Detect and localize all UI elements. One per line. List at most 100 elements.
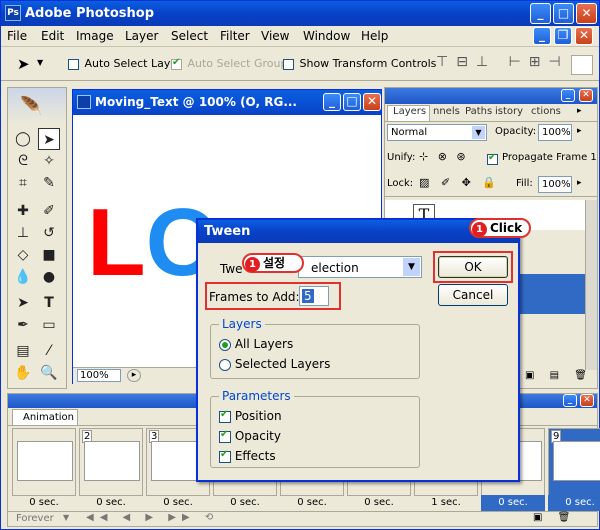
cancel-button[interactable]: Cancel bbox=[438, 284, 508, 306]
step-badge-click: 1 bbox=[472, 222, 487, 237]
layer-action-icons[interactable]: ▣ ▤ 🗑 bbox=[525, 370, 593, 381]
eyedropper-icon[interactable]: ⁄ bbox=[38, 340, 60, 362]
frame-delay[interactable]: 0 sec. bbox=[548, 495, 600, 511]
history-brush-icon[interactable]: ↺ bbox=[38, 222, 60, 244]
loop-select[interactable]: Forever bbox=[16, 513, 54, 524]
fill-arrow-icon[interactable]: ▸ bbox=[577, 178, 582, 188]
path-selection-icon[interactable]: ➤ bbox=[12, 292, 34, 314]
tab-actions[interactable]: ctions bbox=[531, 106, 561, 117]
anim-palette-close[interactable]: ✕ bbox=[580, 394, 594, 407]
tab-animation[interactable]: Animation bbox=[12, 409, 78, 425]
effects-checkbox[interactable] bbox=[219, 449, 231, 463]
healing-brush-icon[interactable]: ✚ bbox=[12, 200, 34, 222]
blend-mode-select[interactable]: Normal ▼ bbox=[387, 124, 487, 141]
frame-delay[interactable]: 0 sec. bbox=[280, 495, 344, 511]
document-title-bar: Moving_Text @ 100% (O, RG... _ □ ✕ bbox=[73, 90, 381, 115]
frame-delay[interactable]: 0 sec. bbox=[146, 495, 210, 511]
menu-edit[interactable]: Edit bbox=[41, 29, 64, 43]
doc-window-maximize[interactable]: □ bbox=[343, 93, 361, 111]
auto-select-groups-checkbox[interactable] bbox=[171, 57, 182, 70]
lasso-tool-icon[interactable]: ᘓ bbox=[12, 150, 34, 172]
notes-tool-icon[interactable]: ▤ bbox=[12, 340, 34, 362]
selected-layers-radio[interactable] bbox=[219, 358, 231, 371]
eraser-tool-icon[interactable]: ◇ bbox=[12, 244, 34, 266]
frame-delay[interactable]: 0 sec. bbox=[347, 495, 411, 511]
tween-with-label: Twe bbox=[220, 262, 243, 276]
opacity-arrow-icon[interactable]: ▸ bbox=[577, 126, 582, 136]
menu-image[interactable]: Image bbox=[76, 29, 114, 43]
palette-minimize[interactable]: _ bbox=[561, 89, 575, 102]
chevron-down-icon[interactable]: ▼ bbox=[37, 58, 43, 67]
pen-tool-icon[interactable]: ✒ bbox=[12, 314, 34, 336]
all-layers-radio[interactable] bbox=[219, 338, 231, 351]
blur-tool-icon[interactable]: 💧 bbox=[12, 266, 34, 288]
palette-menu-icon[interactable]: ▸ bbox=[577, 106, 582, 116]
stamp-tool-icon[interactable]: ⊥ bbox=[12, 222, 34, 244]
animation-frame[interactable]: 9 bbox=[548, 428, 600, 496]
tab-history[interactable]: istory bbox=[495, 106, 523, 117]
minimize-button[interactable]: _ bbox=[530, 3, 551, 24]
frame-action-icons[interactable]: ▣ 🗑 bbox=[533, 512, 576, 523]
move-tool-icon[interactable]: ➤ bbox=[17, 55, 30, 73]
anim-palette-minimize[interactable]: _ bbox=[563, 394, 577, 407]
gradient-tool-icon[interactable]: ■ bbox=[38, 244, 60, 266]
lock-icons[interactable]: ▨ ✐ ✥ 🔒 bbox=[419, 176, 500, 189]
animation-frame[interactable] bbox=[12, 428, 76, 496]
tab-layers[interactable]: Layers bbox=[393, 106, 426, 117]
auto-select-layer-label: Auto Select Layer bbox=[84, 57, 182, 70]
menu-filter[interactable]: Filter bbox=[220, 29, 250, 43]
menu-window[interactable]: Window bbox=[303, 29, 350, 43]
fill-field[interactable]: 100% bbox=[538, 176, 572, 193]
chevron-down-icon[interactable]: ▼ bbox=[63, 513, 69, 522]
close-button[interactable]: ✕ bbox=[576, 3, 597, 24]
tab-channels[interactable]: nnels bbox=[433, 106, 460, 117]
propagate-checkbox[interactable] bbox=[487, 152, 498, 165]
zoom-field[interactable]: 100% bbox=[77, 369, 121, 382]
doc-window-close[interactable]: ✕ bbox=[363, 93, 381, 111]
tab-paths[interactable]: Paths bbox=[465, 106, 492, 117]
brush-tool-icon[interactable]: ✐ bbox=[38, 200, 60, 222]
menu-file[interactable]: File bbox=[7, 29, 27, 43]
palette-close[interactable]: ✕ bbox=[579, 89, 593, 102]
opacity-checkbox[interactable] bbox=[219, 429, 231, 443]
menu-view[interactable]: View bbox=[261, 29, 289, 43]
position-checkbox[interactable] bbox=[219, 409, 231, 423]
menu-select[interactable]: Select bbox=[171, 29, 208, 43]
animation-controls: Forever ▼ ◀◀ ◀ ▶ ▶▶ ⟲ ▣ 🗑 bbox=[8, 511, 597, 526]
unify-icons[interactable]: ⊹ ⊗ ⊛ bbox=[419, 150, 469, 163]
align-icons[interactable]: ⊤⊟⊥ ⊢⊞⊣ bbox=[436, 54, 569, 70]
status-menu-icon[interactable]: ▸ bbox=[127, 369, 141, 382]
palette-well[interactable] bbox=[571, 55, 593, 75]
frame-delay[interactable]: 0 sec. bbox=[213, 495, 277, 511]
layers-scrollbar[interactable] bbox=[585, 200, 597, 370]
frame-delay[interactable]: 1 sec. bbox=[414, 495, 478, 511]
auto-select-layer-checkbox[interactable] bbox=[68, 58, 79, 70]
crop-tool-icon[interactable]: ⌗ bbox=[12, 172, 34, 194]
slice-tool-icon[interactable]: ✎ bbox=[38, 172, 60, 194]
doc-close-button[interactable]: ✕ bbox=[575, 27, 593, 45]
menu-layer[interactable]: Layer bbox=[125, 29, 158, 43]
shape-tool-icon[interactable]: ▭ bbox=[38, 314, 60, 336]
menu-help[interactable]: Help bbox=[361, 29, 388, 43]
doc-window-minimize[interactable]: _ bbox=[323, 93, 341, 111]
tween-with-select[interactable]: election ▼ bbox=[298, 256, 422, 278]
click-callout: 1 Click bbox=[469, 218, 531, 238]
animation-frame[interactable]: 2 bbox=[79, 428, 143, 496]
marquee-tool-icon[interactable]: ◯ bbox=[12, 128, 34, 150]
move-tool-icon[interactable]: ➤ bbox=[38, 128, 60, 150]
show-transform-controls-label: Show Transform Controls bbox=[299, 57, 437, 70]
maximize-button[interactable]: □ bbox=[553, 3, 574, 24]
frame-delay[interactable]: 0 sec. bbox=[79, 495, 143, 511]
zoom-tool-icon[interactable]: 🔍 bbox=[38, 362, 60, 384]
hand-tool-icon[interactable]: ✋ bbox=[12, 362, 34, 384]
frame-delay[interactable]: 0 sec. bbox=[481, 495, 545, 511]
show-transform-controls-checkbox[interactable] bbox=[283, 58, 294, 70]
type-tool-icon[interactable]: T bbox=[38, 292, 60, 314]
doc-restore-button[interactable]: ❐ bbox=[554, 27, 572, 45]
dodge-tool-icon[interactable]: ● bbox=[38, 266, 60, 288]
doc-minimize-button[interactable]: _ bbox=[533, 27, 551, 45]
playback-controls-icons[interactable]: ◀◀ ◀ ▶ ▶▶ ⟲ bbox=[86, 512, 219, 523]
opacity-field[interactable]: 100% bbox=[538, 124, 572, 141]
magic-wand-icon[interactable]: ✧ bbox=[38, 150, 60, 172]
frame-delay[interactable]: 0 sec. bbox=[12, 495, 76, 511]
